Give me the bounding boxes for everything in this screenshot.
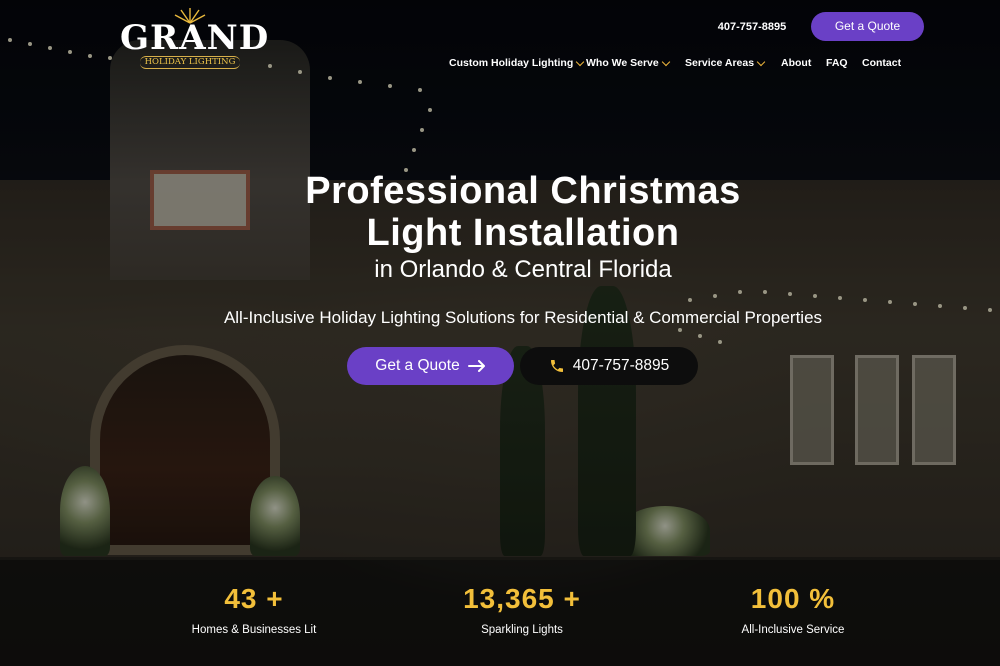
logo-subtitle: HOLIDAY LIGHTING: [140, 56, 240, 69]
nav-about[interactable]: About: [781, 54, 826, 72]
stat-value: 100 %: [750, 583, 836, 614]
nav-label: Contact: [862, 57, 902, 69]
hero-title-line-1: Professional Christmas: [305, 170, 741, 212]
hero-subtitle: in Orlando & Central Florida: [374, 256, 672, 283]
nav-service-areas[interactable]: Service Areas: [685, 54, 781, 72]
nav-contact[interactable]: Contact: [862, 54, 910, 72]
nav-label: FAQ: [826, 57, 848, 69]
chevron-down-icon: [756, 57, 766, 66]
stat-label: Homes & Businesses Lit: [191, 624, 317, 636]
hero-phone-button[interactable]: 407-757-8895: [520, 347, 698, 385]
stat-value: 43 +: [224, 583, 284, 614]
stat-sparkling-lights: 13,365 + Sparkling Lights: [412, 582, 632, 638]
phone-icon: [550, 360, 563, 372]
nav-label: About: [781, 57, 812, 69]
header-phone-link[interactable]: 407-757-8895: [712, 18, 792, 36]
site-logo[interactable]: GRAND HOLIDAY LIGHTING: [120, 6, 270, 72]
hero-get-quote-button[interactable]: Get a Quote: [347, 347, 514, 385]
hero-title-line-2: Light Installation: [366, 212, 680, 254]
hero-get-quote-label: Get a Quote: [375, 357, 460, 374]
main-nav: Custom Holiday Lighting Who We Serve Ser…: [449, 54, 910, 72]
nav-who-we-serve[interactable]: Who We Serve: [586, 54, 685, 72]
nav-custom-holiday-lighting[interactable]: Custom Holiday Lighting: [449, 54, 586, 72]
header-get-quote-button[interactable]: Get a Quote: [811, 12, 924, 41]
nav-label: Custom Holiday Lighting: [449, 57, 574, 69]
hero-title: Professional Christmas Light Installatio…: [200, 170, 846, 254]
logo-wordmark: GRAND: [120, 18, 270, 58]
stat-value: 13,365 +: [463, 583, 581, 614]
stat-label: Sparkling Lights: [481, 624, 563, 636]
hero-phone-label: 407-757-8895: [572, 357, 670, 374]
chevron-down-icon: [576, 57, 585, 66]
nav-faq[interactable]: FAQ: [826, 54, 862, 72]
stat-homes-lit: 43 + Homes & Businesses Lit: [144, 582, 364, 638]
stat-all-inclusive: 100 % All-Inclusive Service: [683, 582, 903, 638]
hero-tagline: All-Inclusive Holiday Lighting Solutions…: [223, 308, 823, 327]
stat-label: All-Inclusive Service: [741, 624, 845, 636]
nav-label: Who We Serve: [586, 57, 659, 69]
chevron-down-icon: [661, 57, 670, 66]
arrow-right-icon: [467, 360, 485, 372]
nav-label: Service Areas: [685, 57, 755, 69]
